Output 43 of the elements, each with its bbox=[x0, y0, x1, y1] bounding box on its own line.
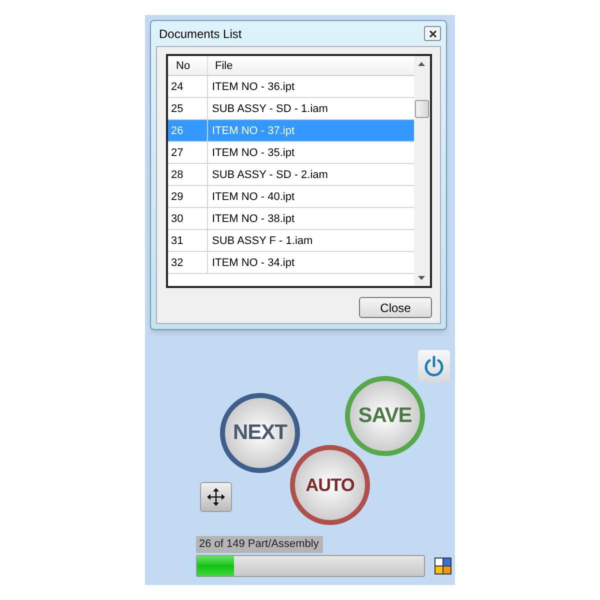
table-cell: 27 bbox=[168, 142, 208, 163]
column-header[interactable]: No bbox=[168, 56, 208, 75]
table-cell-text: SUB ASSY - SD - 2.iam bbox=[211, 168, 329, 183]
move-icon bbox=[207, 488, 225, 506]
power-button[interactable] bbox=[418, 350, 450, 382]
table-cell-text: SUB ASSY F - 1.iam bbox=[211, 234, 314, 249]
list-row[interactable]: 31 SUB ASSY F - 1.iam bbox=[168, 230, 414, 252]
table-cell-text: ITEM NO - 38.ipt bbox=[211, 212, 296, 227]
scroll-thumb[interactable] bbox=[415, 100, 429, 118]
down-arrow-icon[interactable] bbox=[418, 276, 425, 280]
list-row[interactable]: 24 ITEM NO - 36.ipt bbox=[168, 76, 414, 98]
table-cell: 31 bbox=[168, 230, 208, 251]
window-title: Documents List bbox=[159, 26, 242, 42]
save-button[interactable]: SAVE bbox=[345, 376, 425, 456]
scrollbar[interactable] bbox=[414, 56, 430, 286]
move-button[interactable] bbox=[200, 482, 232, 512]
progress-label: 26 of 149 Part/Assembly bbox=[196, 536, 323, 553]
table-cell: 24 bbox=[168, 76, 208, 97]
table-cell-text: ITEM NO - 34.ipt bbox=[211, 256, 296, 271]
list-row[interactable]: 25 SUB ASSY - SD - 1.iam bbox=[168, 98, 414, 120]
list-row[interactable]: 32 ITEM NO - 34.ipt bbox=[168, 252, 414, 274]
table-cell-text: ITEM NO - 37.ipt bbox=[211, 124, 296, 139]
next-button[interactable]: NEXT bbox=[220, 393, 300, 473]
table-cell: 30 bbox=[168, 208, 208, 229]
column-header[interactable]: File bbox=[208, 56, 414, 75]
table-cell: 29 bbox=[168, 186, 208, 207]
auto-button[interactable]: AUTO bbox=[290, 445, 370, 525]
close-button[interactable]: Close bbox=[359, 297, 432, 318]
table-cell-text: ITEM NO - 40.ipt bbox=[211, 190, 296, 205]
table-cell-text: ITEM NO - 35.ipt bbox=[211, 146, 296, 161]
table-cell: 26 bbox=[168, 120, 208, 141]
up-arrow-icon[interactable] bbox=[418, 62, 425, 66]
list-row[interactable]: 27 ITEM NO - 35.ipt bbox=[168, 142, 414, 164]
list-row[interactable]: 29 ITEM NO - 40.ipt bbox=[168, 186, 414, 208]
table-cell: 28 bbox=[168, 164, 208, 185]
cubes-icon bbox=[434, 557, 452, 575]
list-row[interactable]: 28 SUB ASSY - SD - 2.iam bbox=[168, 164, 414, 186]
table-cell-text: ITEM NO - 36.ipt bbox=[211, 80, 296, 95]
list-row[interactable]: 30 ITEM NO - 38.ipt bbox=[168, 208, 414, 230]
close-icon[interactable] bbox=[424, 26, 441, 41]
table-cell-text: SUB ASSY - SD - 1.iam bbox=[211, 102, 329, 117]
table-cell: 25 bbox=[168, 98, 208, 119]
table-cell: 32 bbox=[168, 252, 208, 273]
